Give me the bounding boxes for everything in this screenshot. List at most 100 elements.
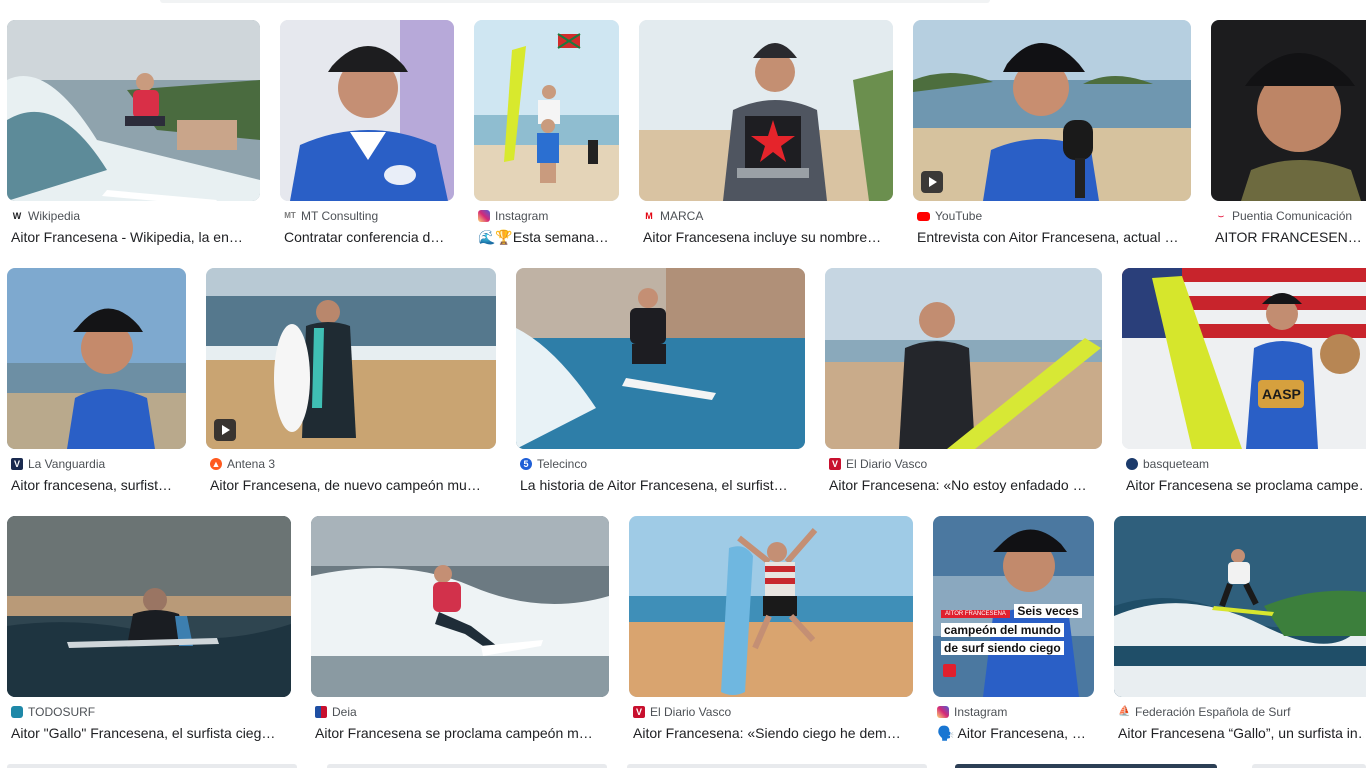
antena3-icon: ▲ [210, 458, 222, 470]
next-row-thumbnail[interactable] [955, 764, 1217, 768]
lavanguardia-icon: V [11, 458, 23, 470]
result-title[interactable]: AITOR FRANCESENA … [1215, 228, 1364, 246]
result-source[interactable]: TODOSURF [11, 703, 289, 721]
image-result[interactable]: Instagram 🌊🏆Esta semana… [474, 20, 619, 256]
result-thumbnail[interactable] [7, 516, 291, 697]
basqueteam-icon [1126, 458, 1138, 470]
result-thumbnail[interactable] [280, 20, 454, 201]
result-title[interactable]: Contratar conferencia d… [284, 228, 452, 246]
sign-text: AASP [1262, 386, 1301, 402]
telecinco-icon: 5 [520, 458, 532, 470]
image-result[interactable]: 5 Telecinco La historia de Aitor Frances… [516, 268, 805, 504]
image-result[interactable]: V El Diario Vasco Aitor Francesena: «No … [825, 268, 1102, 504]
source-name: Instagram [954, 705, 1008, 719]
overlay-line-3: de surf siendo ciego [941, 641, 1064, 655]
result-thumbnail[interactable] [206, 268, 496, 449]
mt-icon: MT [284, 211, 296, 220]
result-title[interactable]: Aitor Francesena se proclama campeón m… [315, 724, 607, 742]
diariovasco-icon: V [633, 706, 645, 718]
result-thumbnail[interactable] [516, 268, 805, 449]
result-source[interactable]: Instagram [478, 207, 617, 225]
result-title[interactable]: Aitor Francesena: «Siendo ciego he dem… [633, 724, 911, 742]
result-thumbnail[interactable] [311, 516, 609, 697]
image-result[interactable]: V El Diario Vasco Aitor Francesena: «Sie… [629, 516, 913, 752]
video-play-icon [214, 419, 236, 441]
result-thumbnail[interactable] [639, 20, 893, 201]
result-source[interactable]: ⌣ Puentia Comunicación [1215, 207, 1364, 225]
result-title[interactable]: Aitor Francesena incluye su nombre… [643, 228, 891, 246]
source-name: YouTube [935, 209, 983, 223]
image-result[interactable]: W Wikipedia Aitor Francesena - Wikipedia… [7, 20, 260, 256]
instagram-icon [478, 210, 490, 222]
image-result[interactable]: ⌣ Puentia Comunicación AITOR FRANCESENA … [1211, 20, 1366, 256]
result-thumbnail[interactable] [825, 268, 1102, 449]
result-title[interactable]: 🌊🏆Esta semana… [478, 228, 617, 246]
w-icon: W [12, 211, 22, 221]
source-name: Antena 3 [227, 457, 276, 471]
image-result[interactable]: Deia Aitor Francesena se proclama campeó… [311, 516, 609, 752]
result-source[interactable]: M MARCA [643, 207, 891, 225]
image-result[interactable]: MT MT Consulting Contratar conferencia d… [280, 20, 454, 256]
next-row-thumbnail[interactable] [627, 764, 927, 768]
image-result[interactable]: YouTube Entrevista con Aitor Francesena,… [913, 20, 1191, 256]
image-result[interactable]: AITOR FRANCESENA Seis veces campeón del … [933, 516, 1094, 752]
result-thumbnail[interactable]: AITOR FRANCESENA Seis veces campeón del … [933, 516, 1094, 697]
result-source[interactable]: basqueteam [1126, 455, 1364, 473]
result-source[interactable]: V El Diario Vasco [829, 455, 1100, 473]
result-thumbnail[interactable] [474, 20, 619, 201]
result-title[interactable]: Aitor Francesena se proclama campe… [1126, 476, 1364, 494]
result-source[interactable]: ⛵ Federación Española de Surf [1118, 703, 1364, 721]
results-row-2: V La Vanguardia Aitor francesena, surfis… [0, 268, 1366, 504]
image-result[interactable]: ⛵ Federación Española de Surf Aitor Fran… [1114, 516, 1366, 752]
source-name: basqueteam [1143, 457, 1210, 471]
image-result[interactable]: AASP basqueteam Aitor Francesena se proc… [1122, 268, 1366, 504]
result-title[interactable]: Aitor "Gallo" Francesena, el surfista ci… [11, 724, 289, 742]
source-name: La Vanguardia [28, 457, 106, 471]
source-name: El Diario Vasco [846, 457, 928, 471]
youtube-icon [917, 211, 930, 221]
overlay-logo-icon [943, 664, 956, 677]
result-title[interactable]: Aitor Francesena - Wikipedia, la en… [11, 228, 258, 246]
image-result[interactable]: M MARCA Aitor Francesena incluye su nomb… [639, 20, 893, 256]
video-play-icon [921, 171, 943, 193]
source-name: Federación Española de Surf [1135, 705, 1291, 719]
instagram-icon [937, 706, 949, 718]
result-title[interactable]: La historia de Aitor Francesena, el surf… [520, 476, 803, 494]
result-source[interactable]: W Wikipedia [11, 207, 258, 225]
result-title[interactable]: Aitor francesena, surfist… [11, 476, 184, 494]
results-row-3: TODOSURF Aitor "Gallo" Francesena, el su… [0, 516, 1366, 752]
result-title[interactable]: Aitor Francesena “Gallo”, un surfista in… [1118, 724, 1364, 742]
result-source[interactable]: Deia [315, 703, 607, 721]
marca-icon: M [645, 211, 653, 221]
source-name: MARCA [660, 209, 704, 223]
image-result[interactable]: ▲ Antena 3 Aitor Francesena, de nuevo ca… [206, 268, 496, 504]
next-row-thumbnail[interactable] [7, 764, 297, 768]
result-source[interactable]: Instagram [937, 703, 1092, 721]
result-title[interactable]: Aitor Francesena, de nuevo campeón mu… [210, 476, 494, 494]
image-result[interactable]: V La Vanguardia Aitor francesena, surfis… [7, 268, 186, 504]
result-thumbnail[interactable] [7, 268, 186, 449]
source-name: Wikipedia [28, 209, 81, 223]
result-thumbnail[interactable] [629, 516, 913, 697]
result-thumbnail[interactable] [1114, 516, 1366, 697]
source-name: Instagram [495, 209, 549, 223]
result-source[interactable]: V La Vanguardia [11, 455, 184, 473]
next-row-thumbnail[interactable] [327, 764, 607, 768]
fesurf-icon: ⛵ [1118, 706, 1131, 717]
next-row-thumbnail[interactable] [1252, 764, 1366, 768]
result-thumbnail[interactable]: AASP [1122, 268, 1366, 449]
result-source[interactable]: V El Diario Vasco [633, 703, 911, 721]
result-title[interactable]: Aitor Francesena: «No estoy enfadado … [829, 476, 1100, 494]
result-source[interactable]: ▲ Antena 3 [210, 455, 494, 473]
image-result[interactable]: TODOSURF Aitor "Gallo" Francesena, el su… [7, 516, 291, 752]
result-source[interactable]: YouTube [917, 207, 1189, 225]
result-source[interactable]: 5 Telecinco [520, 455, 803, 473]
result-thumbnail[interactable] [913, 20, 1191, 201]
result-title[interactable]: Entrevista con Aitor Francesena, actual … [917, 228, 1189, 246]
result-thumbnail[interactable] [7, 20, 260, 201]
result-title[interactable]: 🗣️ Aitor Francesena, … [937, 724, 1092, 742]
overlay-line-1: Seis veces [1014, 604, 1082, 618]
source-name: El Diario Vasco [650, 705, 732, 719]
result-thumbnail[interactable] [1211, 20, 1366, 201]
result-source[interactable]: MT MT Consulting [284, 207, 452, 225]
